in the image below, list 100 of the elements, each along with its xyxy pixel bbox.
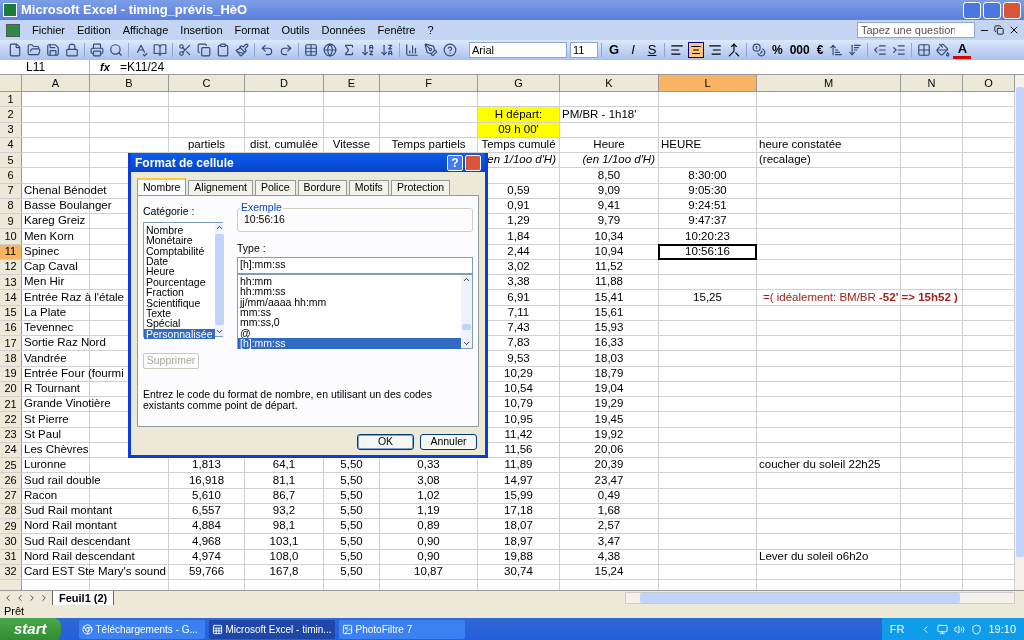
network-icon[interactable]: [937, 623, 949, 635]
column-header[interactable]: D: [245, 75, 324, 91]
menu-item[interactable]: Affichage: [116, 21, 175, 39]
menu-item[interactable]: ?: [421, 21, 440, 39]
increase-decimal-icon[interactable]: [829, 43, 844, 57]
indent-icon[interactable]: [892, 43, 907, 57]
column-header[interactable]: F: [380, 75, 478, 91]
borders-icon[interactable]: [917, 43, 932, 57]
sheet-tab[interactable]: Feuil1 (2): [52, 591, 115, 605]
column-header[interactable]: L: [659, 75, 757, 91]
save-icon[interactable]: [46, 43, 60, 57]
row-header[interactable]: 14: [0, 290, 22, 305]
menu-item[interactable]: Insertion: [174, 21, 229, 39]
printer-icon[interactable]: [90, 43, 104, 57]
row-header[interactable]: 2: [0, 107, 22, 122]
book-icon[interactable]: [153, 43, 167, 57]
fill-color-icon[interactable]: [936, 43, 951, 57]
taskbar-button[interactable]: Microsoft Excel - timin...: [208, 619, 335, 639]
dialog-tab[interactable]: Bordure: [297, 180, 347, 195]
category-item[interactable]: Monétaire: [144, 235, 215, 246]
column-header[interactable]: C: [169, 75, 245, 91]
category-item[interactable]: Texte: [144, 308, 215, 319]
category-item[interactable]: Nombre: [144, 224, 215, 236]
outdent-icon[interactable]: [873, 43, 888, 57]
font-size-field[interactable]: 11: [570, 42, 598, 58]
sort-descending-icon[interactable]: [380, 43, 394, 57]
sum-icon[interactable]: [342, 43, 356, 57]
row-header[interactable]: 25: [0, 458, 22, 473]
taskbar-button[interactable]: Téléchargements - G...: [78, 619, 205, 639]
menu-item[interactable]: Format: [228, 21, 276, 39]
alignment-icon[interactable]: [669, 42, 685, 58]
function-button[interactable]: fx: [90, 58, 120, 76]
menu-item[interactable]: Fichier: [26, 21, 71, 39]
row-header[interactable]: 18: [0, 351, 22, 366]
number-format-button[interactable]: €: [813, 41, 827, 59]
style-button[interactable]: I: [624, 41, 642, 59]
lock-icon[interactable]: [65, 43, 79, 57]
folder-icon[interactable]: [27, 43, 41, 57]
category-item[interactable]: Comptabilité: [144, 245, 215, 256]
help-icon[interactable]: [443, 43, 457, 57]
list-scrollbar[interactable]: [461, 274, 472, 348]
new-document-icon[interactable]: [8, 43, 22, 57]
redo-icon[interactable]: [279, 43, 293, 57]
row-header[interactable]: 1: [0, 92, 22, 107]
clipboard-icon[interactable]: [216, 43, 230, 57]
currency-icon[interactable]: [752, 43, 766, 57]
row-header[interactable]: 9: [0, 214, 22, 229]
type-field[interactable]: [h]:mm:ss: [237, 256, 473, 274]
dialog-tab[interactable]: Protection: [390, 180, 451, 195]
menu-item[interactable]: Données: [315, 21, 372, 39]
copy-icon[interactable]: [197, 43, 211, 57]
name-box[interactable]: L11: [0, 60, 90, 74]
category-item[interactable]: Scientifique: [144, 297, 215, 308]
column-header[interactable]: B: [90, 75, 169, 91]
type-item[interactable]: jj/mm/aaaa hh:mm: [238, 296, 461, 307]
help-button[interactable]: ?: [447, 154, 463, 171]
restore-icon[interactable]: [994, 25, 1004, 35]
next-sheet-icon[interactable]: [27, 593, 37, 603]
category-item[interactable]: Spécial: [144, 318, 215, 329]
column-header[interactable]: M: [757, 75, 901, 91]
row-header[interactable]: 22: [0, 412, 22, 427]
globe-icon[interactable]: [323, 43, 337, 57]
first-sheet-icon[interactable]: [3, 593, 13, 603]
table-icon[interactable]: [304, 43, 318, 57]
type-item[interactable]: [h]:mm:ss: [238, 338, 461, 349]
category-item[interactable]: Heure: [144, 266, 215, 277]
start-button[interactable]: start: [0, 618, 61, 640]
column-header[interactable]: E: [324, 75, 380, 91]
spellcheck-icon[interactable]: [134, 43, 148, 57]
type-item[interactable]: hh:mm: [238, 275, 461, 287]
font-field[interactable]: Arial: [469, 42, 567, 58]
dialog-tab[interactable]: Police: [254, 180, 296, 195]
close-button[interactable]: [465, 154, 481, 171]
taskbar-button[interactable]: PhotoFiltre 7: [338, 619, 465, 639]
row-header[interactable]: 6: [0, 168, 22, 183]
row-header[interactable]: 13: [0, 275, 22, 290]
type-item[interactable]: hh:mm:ss: [238, 286, 461, 297]
menu-item[interactable]: Edition: [71, 21, 117, 39]
formula-field[interactable]: =K11/24: [120, 58, 1024, 76]
style-button[interactable]: G: [605, 41, 623, 59]
row-header[interactable]: 17: [0, 336, 22, 351]
brush-icon[interactable]: [235, 43, 249, 57]
row-header[interactable]: 10: [0, 229, 22, 244]
previous-sheet-icon[interactable]: [15, 593, 25, 603]
row-header[interactable]: 21: [0, 397, 22, 412]
sort-ascending-icon[interactable]: [361, 43, 375, 57]
last-sheet-icon[interactable]: [39, 593, 49, 603]
preview-icon[interactable]: [109, 43, 123, 57]
chart-icon[interactable]: [405, 43, 419, 57]
category-item[interactable]: Personnalisée: [144, 328, 215, 340]
minimize-button[interactable]: [963, 1, 981, 19]
scissors-icon[interactable]: [178, 43, 192, 57]
number-format-button[interactable]: 000: [786, 41, 813, 59]
type-item[interactable]: mm:ss,0: [238, 317, 461, 328]
alignment-icon[interactable]: [688, 42, 704, 58]
scroll-thumb[interactable]: [214, 233, 224, 325]
column-header[interactable]: A: [22, 75, 90, 91]
column-header[interactable]: N: [901, 75, 963, 91]
alignment-icon[interactable]: [726, 42, 742, 58]
menu-item[interactable]: Fenêtre: [371, 21, 422, 39]
